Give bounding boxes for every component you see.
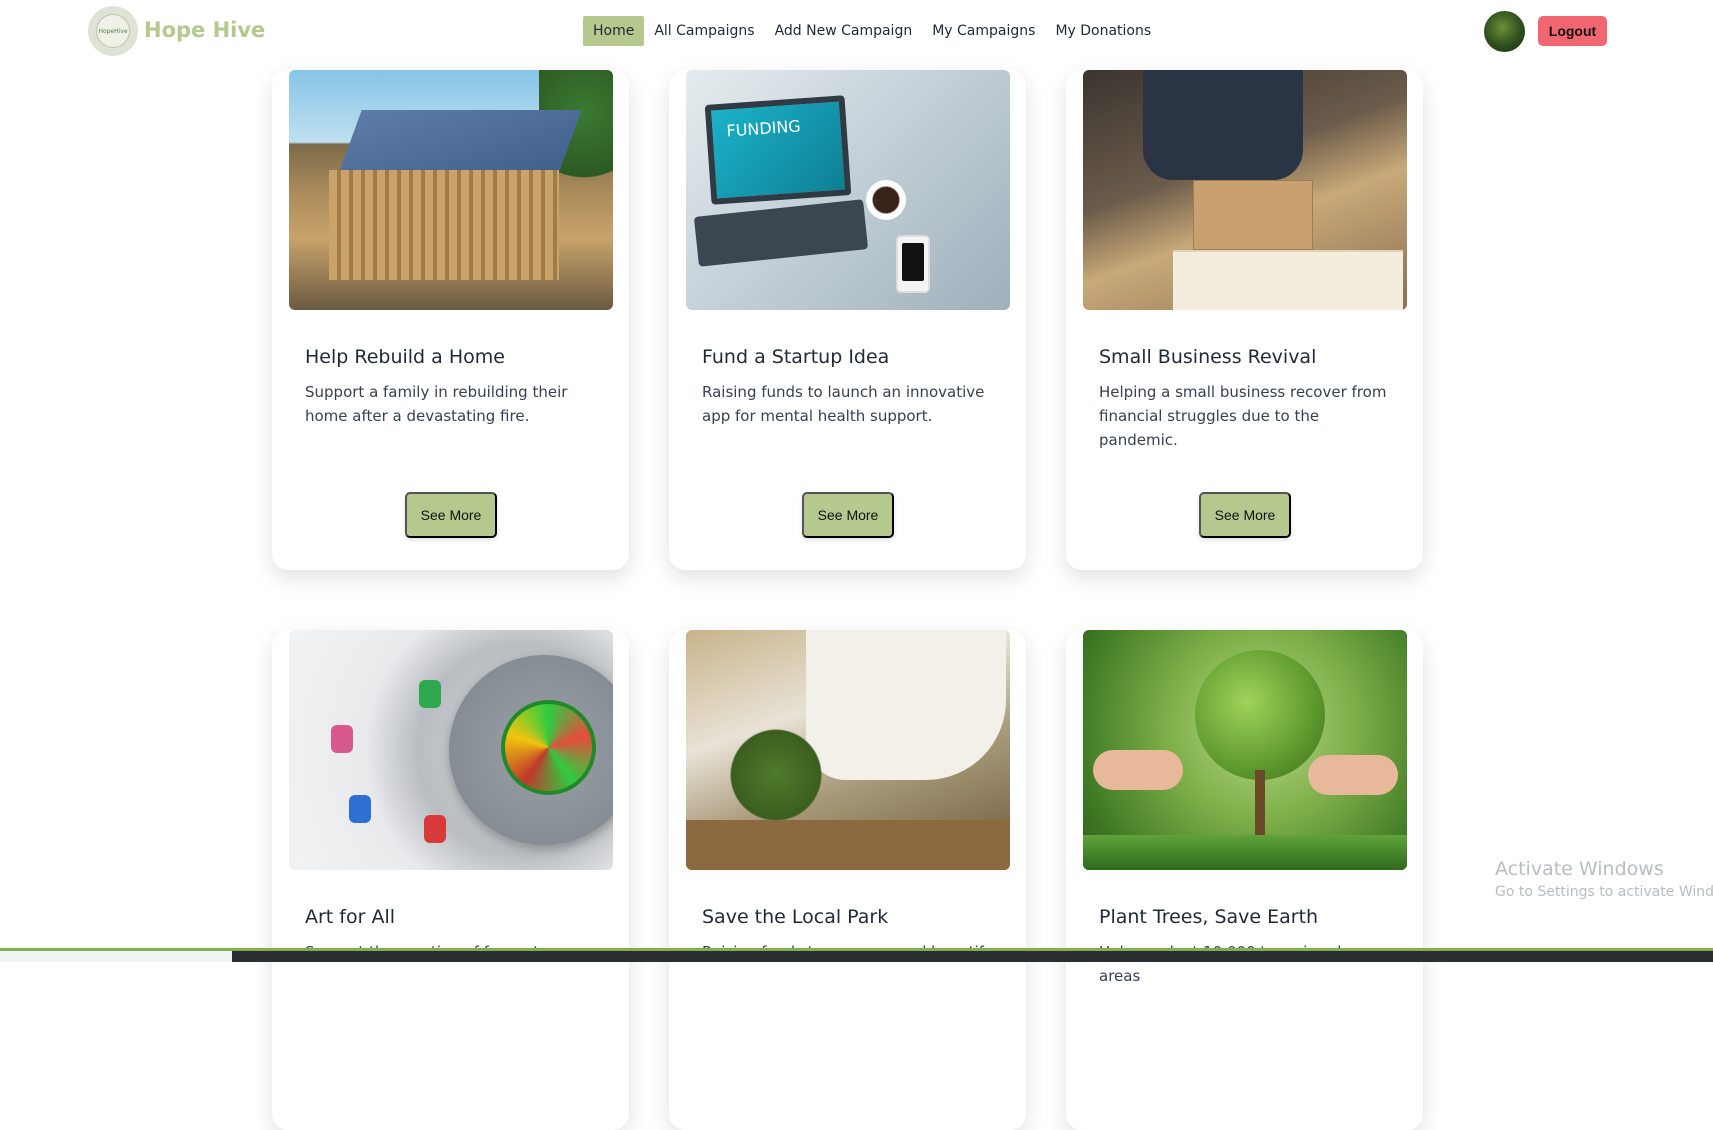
campaign-image-business bbox=[1083, 70, 1407, 310]
frame-shape bbox=[329, 170, 559, 280]
campaign-title: Plant Trees, Save Earth bbox=[1099, 906, 1319, 928]
cardboard-box-shape bbox=[1193, 180, 1313, 250]
campaign-card: Art for All Support the creation of free… bbox=[272, 630, 629, 1130]
campaign-title: Art for All bbox=[305, 906, 396, 928]
logo[interactable]: HopeHive bbox=[88, 6, 138, 56]
see-more-button[interactable]: See More bbox=[802, 492, 894, 538]
logo-text: HopeHive bbox=[98, 27, 128, 35]
campaign-title: Fund a Startup Idea bbox=[702, 346, 890, 368]
nav-links: Home All Campaigns Add New Campaign My C… bbox=[583, 16, 1161, 46]
nav-my-campaigns[interactable]: My Campaigns bbox=[922, 16, 1045, 46]
user-avatar[interactable] bbox=[1484, 11, 1525, 52]
paint-bottle-icon bbox=[424, 815, 446, 843]
phone-icon bbox=[896, 235, 930, 293]
campaign-image-funding: FUNDING bbox=[686, 70, 1010, 310]
logout-button[interactable]: Logout bbox=[1538, 16, 1607, 46]
keyboard-shape bbox=[693, 199, 869, 267]
campaign-title: Save the Local Park bbox=[702, 906, 889, 928]
campaign-title: Help Rebuild a Home bbox=[305, 346, 505, 368]
paint-bottle-icon bbox=[331, 725, 353, 753]
activate-windows-watermark: Activate Windows Go to Settings to activ… bbox=[1495, 858, 1713, 900]
see-more-button[interactable]: See More bbox=[405, 492, 497, 538]
campaign-card: Small Business Revival Helping a small b… bbox=[1066, 70, 1423, 570]
nav-home[interactable]: Home bbox=[583, 16, 645, 46]
logo-emblem-icon: HopeHive bbox=[96, 14, 130, 48]
nav-my-donations[interactable]: My Donations bbox=[1045, 16, 1161, 46]
campaign-card: Plant Trees, Save Earth Help us plant 10… bbox=[1066, 630, 1423, 1130]
navbar: HopeHive Hope Hive Home All Campaigns Ad… bbox=[0, 0, 1713, 62]
sapling-shape bbox=[726, 720, 826, 830]
campaign-image-house bbox=[289, 70, 613, 310]
grass-shape bbox=[1083, 835, 1407, 870]
see-more-button[interactable]: See More bbox=[1199, 492, 1291, 538]
notebook-shape bbox=[1173, 250, 1403, 310]
campaign-card: FUNDING Fund a Startup Idea Raising fund… bbox=[669, 70, 1026, 570]
paint-bottle-icon bbox=[349, 795, 371, 823]
taskbar-search-area[interactable] bbox=[0, 951, 232, 962]
campaign-image-art bbox=[289, 630, 613, 870]
campaign-image-park bbox=[686, 630, 1010, 870]
globe-tree-icon bbox=[1195, 650, 1325, 780]
coffee-cup-icon bbox=[866, 180, 906, 220]
person-shape bbox=[806, 630, 1006, 780]
nav-add-new-campaign[interactable]: Add New Campaign bbox=[765, 16, 923, 46]
taskbar bbox=[0, 948, 1713, 962]
campaign-description: Helping a small business recover from fi… bbox=[1099, 383, 1387, 449]
funding-screen-text: FUNDING bbox=[725, 116, 802, 141]
hand-shape bbox=[1308, 755, 1398, 795]
campaign-description: Support a family in rebuilding their hom… bbox=[305, 383, 568, 425]
hand-shape bbox=[1093, 750, 1183, 790]
campaign-card: Help Rebuild a Home Support a family in … bbox=[272, 70, 629, 570]
campaign-title: Small Business Revival bbox=[1099, 346, 1317, 368]
paint-swirl-shape bbox=[501, 700, 596, 795]
campaign-card: Save the Local Park Raising funds to pre… bbox=[669, 630, 1026, 1130]
campaign-description: Raising funds to launch an innovative ap… bbox=[702, 383, 985, 425]
nav-all-campaigns[interactable]: All Campaigns bbox=[644, 16, 764, 46]
campaign-image-earth bbox=[1083, 630, 1407, 870]
watermark-title: Activate Windows bbox=[1495, 858, 1664, 880]
watermark-subtitle: Go to Settings to activate Windows. bbox=[1495, 884, 1713, 900]
brand-name[interactable]: Hope Hive bbox=[144, 18, 265, 42]
paint-bottle-icon bbox=[419, 680, 441, 708]
apron-shape bbox=[1143, 70, 1303, 180]
laptop-screen: FUNDING bbox=[704, 95, 852, 205]
ground-shape bbox=[686, 820, 1010, 870]
